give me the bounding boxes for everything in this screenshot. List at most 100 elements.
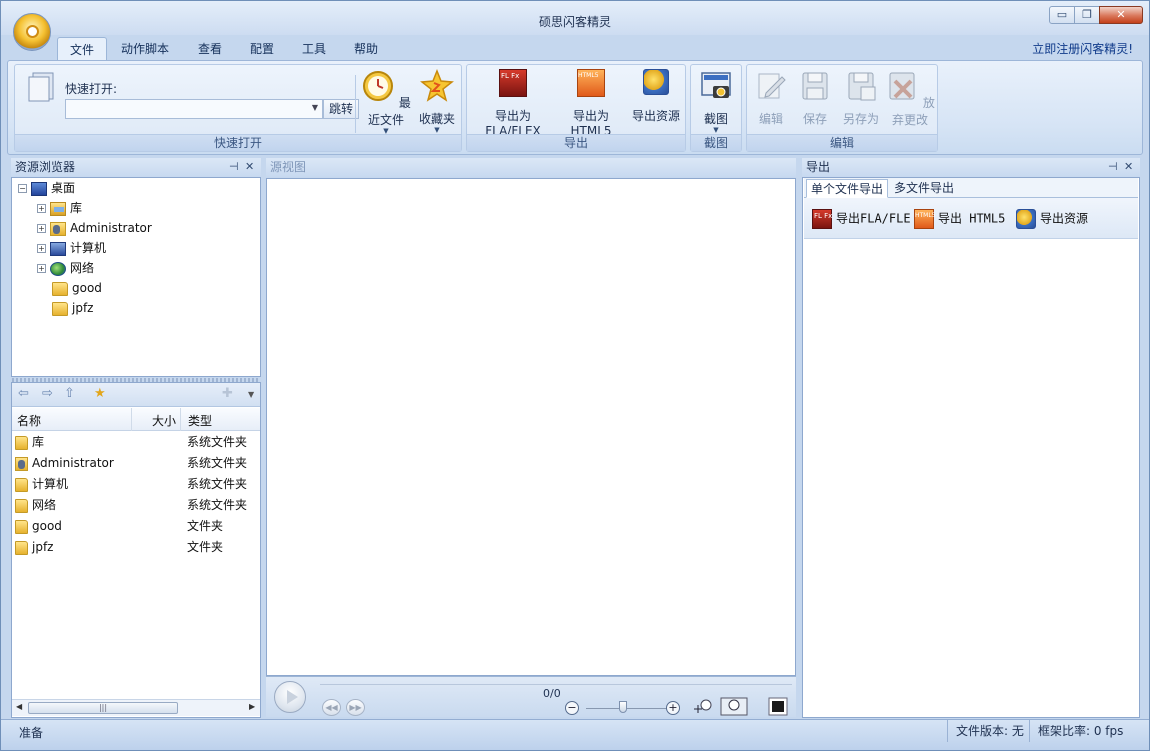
- play-button[interactable]: [274, 681, 306, 713]
- file-row[interactable]: 计算机 系统文件夹: [15, 474, 259, 495]
- pin-icon[interactable]: ⊣: [1108, 158, 1118, 176]
- file-row[interactable]: jpfz 文件夹: [15, 537, 259, 558]
- menu-help[interactable]: 帮助: [354, 40, 378, 57]
- file-row[interactable]: good 文件夹: [15, 516, 259, 537]
- chevron-down-icon: ▼: [713, 126, 719, 134]
- snapshot-button[interactable]: 截图 ▼: [695, 69, 737, 134]
- folder-icon: [15, 435, 28, 450]
- tab-single-file-export[interactable]: 单个文件导出: [806, 179, 889, 198]
- file-row[interactable]: 网络 系统文件夹: [15, 495, 259, 516]
- expand-icon[interactable]: +: [37, 244, 46, 253]
- export-html5-action-label: 导出 HTML5: [938, 211, 1006, 226]
- close-button[interactable]: ✕: [1099, 6, 1143, 24]
- column-divider[interactable]: [180, 408, 181, 431]
- pin-icon[interactable]: ⊣: [229, 158, 239, 176]
- tree-item-network[interactable]: + 网络: [37, 258, 94, 278]
- jump-button[interactable]: 跳转: [323, 99, 359, 119]
- scroll-left-icon[interactable]: ◀: [16, 702, 22, 711]
- save-as-button[interactable]: 另存为: [839, 69, 883, 127]
- folder-icon: [15, 477, 28, 492]
- favorites-button[interactable]: 收藏夹 ▼: [417, 68, 457, 134]
- zoom-in-icon[interactable]: +: [666, 701, 680, 715]
- tree-item-jpfz[interactable]: jpfz: [52, 298, 93, 318]
- register-link[interactable]: 立即注册闪客精灵!: [1032, 40, 1133, 57]
- export-fla-action[interactable]: 导出FLA/FLE: [812, 209, 911, 229]
- export-fla-button[interactable]: 导出为FLA/FLEX: [469, 69, 557, 138]
- export-resources-action[interactable]: 导出资源: [1016, 209, 1088, 229]
- recent-files-button[interactable]: 最近文件 ▼: [361, 69, 411, 135]
- add-icon[interactable]: ✚: [222, 386, 233, 401]
- file-name: Administrator: [32, 456, 114, 470]
- folder-icon: [15, 498, 28, 513]
- up-folder-icon[interactable]: ⇧: [64, 386, 75, 401]
- folder-icon: [15, 540, 28, 555]
- tree-item-computer[interactable]: + 计算机: [37, 238, 106, 258]
- folder-icon: [52, 301, 68, 316]
- forward-icon[interactable]: ⇨: [42, 386, 53, 401]
- timeline-track[interactable]: [320, 684, 792, 685]
- tree-item-desktop[interactable]: − 桌面: [18, 178, 75, 198]
- file-type: 系统文件夹: [187, 435, 248, 449]
- export-resources-action-label: 导出资源: [1040, 211, 1089, 226]
- horizontal-scrollbar[interactable]: ◀ ||| ▶: [12, 699, 260, 716]
- file-name: 网络: [32, 498, 57, 512]
- menu-view[interactable]: 查看: [198, 40, 222, 57]
- tab-multi-file-export[interactable]: 多文件导出: [890, 179, 958, 198]
- group-label-edit: 编辑: [747, 134, 937, 151]
- tree-item-good[interactable]: good: [52, 278, 102, 298]
- file-row[interactable]: 库 系统文件夹: [15, 432, 259, 453]
- discard-changes-button[interactable]: 放弃更改: [883, 69, 937, 128]
- menu-actionscript[interactable]: 动作脚本: [121, 40, 169, 57]
- tree-item-library[interactable]: + 库: [37, 198, 82, 218]
- close-icon[interactable]: ✕: [1124, 158, 1133, 176]
- pan-zoom-icon[interactable]: [692, 697, 716, 716]
- rewind-icon[interactable]: ◀◀: [322, 699, 341, 716]
- chevron-down-icon[interactable]: ▼: [312, 103, 318, 112]
- source-view-canvas[interactable]: [266, 178, 796, 676]
- ribbon-group-edit: 编辑 保存 另存为 放弃更改 编辑: [746, 64, 938, 152]
- back-icon[interactable]: ⇦: [18, 386, 29, 401]
- fast-forward-icon[interactable]: ▶▶: [346, 699, 365, 716]
- column-size[interactable]: 大小: [152, 412, 176, 429]
- app-window: 硕思闪客精灵 ▭ ❐ ✕ 文件 动作脚本 查看 配置 工具 帮助 立即注册闪客精…: [0, 0, 1150, 751]
- actual-size-icon[interactable]: [720, 697, 748, 716]
- column-name[interactable]: 名称: [17, 412, 41, 429]
- ribbon: 快速打开: ▼ 跳转 最近文件 ▼ 收藏夹 ▼ 快速打开 FL Fx 导出为FL…: [7, 60, 1143, 155]
- background-color-icon[interactable]: [768, 697, 788, 716]
- file-type: 文件夹: [187, 519, 224, 533]
- file-type: 文件夹: [187, 540, 224, 554]
- collapse-icon[interactable]: −: [18, 184, 27, 193]
- export-resources-button[interactable]: 导出资源: [629, 69, 683, 124]
- quick-open-input[interactable]: ▼: [65, 99, 323, 119]
- file-row[interactable]: Administrator 系统文件夹: [15, 453, 259, 474]
- discard-icon: [889, 72, 915, 100]
- close-icon[interactable]: ✕: [245, 158, 254, 176]
- minimize-button[interactable]: ▭: [1049, 6, 1075, 24]
- zoom-slider-thumb[interactable]: [619, 701, 627, 713]
- column-type[interactable]: 类型: [188, 412, 212, 429]
- app-menu-button[interactable]: [13, 13, 51, 51]
- source-view-title: 源视图: [270, 160, 307, 174]
- edit-button[interactable]: 编辑: [753, 69, 789, 127]
- export-panel-title: 导出: [806, 160, 831, 174]
- expand-icon[interactable]: +: [37, 264, 46, 273]
- scroll-right-icon[interactable]: ▶: [249, 702, 255, 711]
- zoom-out-icon[interactable]: −: [565, 701, 579, 715]
- tree-item-administrator[interactable]: + Administrator: [37, 218, 152, 238]
- export-html5-action[interactable]: 导出 HTML5: [914, 209, 1005, 229]
- column-divider[interactable]: [131, 408, 132, 431]
- menu-tools[interactable]: 工具: [302, 40, 326, 57]
- scrollbar-thumb[interactable]: |||: [28, 702, 178, 714]
- expand-icon[interactable]: +: [37, 224, 46, 233]
- ribbon-group-export: 导出为FLA/FLEX 导出为HTML5 导出资源 导出: [466, 64, 686, 152]
- menu-config[interactable]: 配置: [250, 40, 274, 57]
- restore-button[interactable]: ❐: [1074, 6, 1100, 24]
- zoom-slider-track[interactable]: [586, 708, 670, 709]
- export-html5-button[interactable]: 导出为HTML5: [555, 69, 627, 138]
- save-button[interactable]: 保存: [797, 69, 833, 127]
- chevron-down-icon[interactable]: ▼: [248, 390, 254, 399]
- status-ready-text: 准备: [19, 726, 44, 740]
- favorite-star-icon[interactable]: ★: [94, 386, 106, 401]
- expand-icon[interactable]: +: [37, 204, 46, 213]
- user-folder-icon: [15, 456, 28, 471]
